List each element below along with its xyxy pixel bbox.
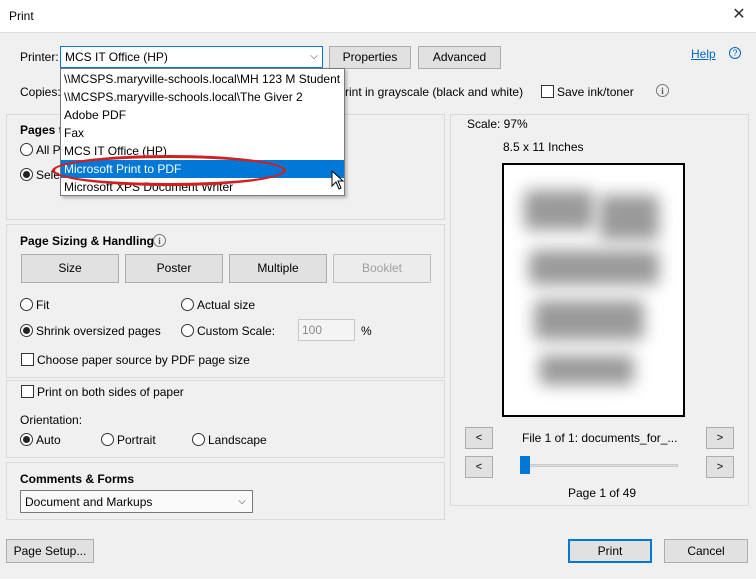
custom-scale-input[interactable]: 100 — [298, 319, 355, 341]
size-tab[interactable]: Size — [21, 254, 119, 283]
properties-button[interactable]: Properties — [329, 46, 411, 69]
comments-forms-select[interactable]: Document and Markups ⌵ — [20, 490, 253, 513]
fit-radio[interactable] — [20, 298, 33, 311]
actual-size-radio[interactable] — [181, 298, 194, 311]
highlight-ellipse — [52, 155, 286, 186]
paper-size-readout: 8.5 x 11 Inches — [503, 140, 584, 154]
printer-option[interactable]: Adobe PDF — [61, 106, 344, 124]
title-bar: Print ✕ — [0, 0, 756, 32]
custom-scale-label: Custom Scale: — [197, 324, 276, 338]
orientation-auto-label: Auto — [36, 433, 61, 447]
prev-page-button[interactable]: < — [465, 456, 493, 478]
next-page-button[interactable]: > — [706, 456, 734, 478]
orientation-portrait-radio[interactable] — [101, 433, 114, 446]
page-count-label: Page 1 of 49 — [568, 486, 637, 500]
orientation-landscape-radio[interactable] — [192, 433, 205, 446]
actual-size-label: Actual size — [197, 298, 256, 312]
duplex-label: Print on both sides of paper — [37, 385, 184, 399]
chevron-down-icon: ⌵ — [310, 51, 318, 62]
info-icon[interactable]: i — [153, 234, 166, 247]
help-icon[interactable]: ? — [729, 47, 741, 59]
prev-file-button[interactable]: < — [465, 427, 493, 449]
page-slider[interactable] — [521, 464, 678, 467]
page-slider-thumb[interactable] — [520, 456, 530, 474]
orientation-auto-radio[interactable] — [20, 433, 33, 446]
page-setup-button[interactable]: Page Setup... — [6, 539, 94, 563]
printer-option[interactable]: Fax — [61, 124, 344, 142]
pages-title: Pages t — [20, 123, 63, 137]
multiple-tab[interactable]: Multiple — [229, 254, 327, 283]
printer-selected-value: MCS IT Office (HP) — [65, 50, 168, 64]
info-icon[interactable]: i — [656, 84, 669, 97]
orientation-landscape-label: Landscape — [208, 433, 267, 447]
save-ink-label: Save ink/toner — [557, 85, 634, 99]
paper-source-label: Choose paper source by PDF page size — [37, 353, 250, 367]
comments-forms-title: Comments & Forms — [20, 472, 135, 486]
advanced-button[interactable]: Advanced — [418, 46, 501, 69]
paper-source-checkbox[interactable] — [21, 353, 34, 366]
printer-label: Printer: — [20, 50, 59, 64]
print-button[interactable]: Print — [568, 539, 652, 563]
comments-forms-value: Document and Markups — [25, 495, 153, 509]
printer-option[interactable]: \\MCSPS.maryville-schools.local\The Give… — [61, 88, 344, 106]
window-title: Print — [9, 9, 34, 23]
file-label: File 1 of 1: documents_for_... — [522, 431, 678, 445]
page-preview — [502, 163, 685, 417]
copies-label: Copies: — [20, 85, 61, 99]
duplex-checkbox[interactable] — [21, 385, 34, 398]
grayscale-label: rint in grayscale (black and white) — [345, 85, 524, 99]
cancel-button[interactable]: Cancel — [664, 539, 748, 563]
mouse-cursor-icon — [331, 170, 345, 190]
fit-label: Fit — [36, 298, 50, 312]
all-pages-label: All P — [36, 143, 61, 157]
shrink-oversized-radio[interactable] — [20, 324, 33, 337]
printer-option[interactable]: \\MCSPS.maryville-schools.local\MH 123 M… — [61, 70, 344, 88]
orientation-title: Orientation: — [20, 413, 83, 427]
shrink-oversized-label: Shrink oversized pages — [36, 324, 161, 338]
printer-select[interactable]: MCS IT Office (HP) ⌵ — [60, 46, 323, 68]
scale-readout: Scale: 97% — [467, 117, 528, 131]
percent-label: % — [361, 324, 372, 338]
all-pages-radio[interactable] — [20, 143, 33, 156]
page-sizing-title: Page Sizing & Handling — [20, 234, 155, 248]
selected-pages-radio[interactable] — [20, 168, 33, 181]
close-icon[interactable]: ✕ — [728, 4, 750, 26]
poster-tab[interactable]: Poster — [125, 254, 223, 283]
chevron-down-icon: ⌵ — [238, 496, 246, 507]
custom-scale-radio[interactable] — [181, 324, 194, 337]
booklet-tab[interactable]: Booklet — [333, 254, 431, 283]
orientation-portrait-label: Portrait — [117, 433, 156, 447]
save-ink-checkbox[interactable] — [541, 85, 554, 98]
help-link[interactable]: Help — [691, 47, 716, 61]
next-file-button[interactable]: > — [706, 427, 734, 449]
